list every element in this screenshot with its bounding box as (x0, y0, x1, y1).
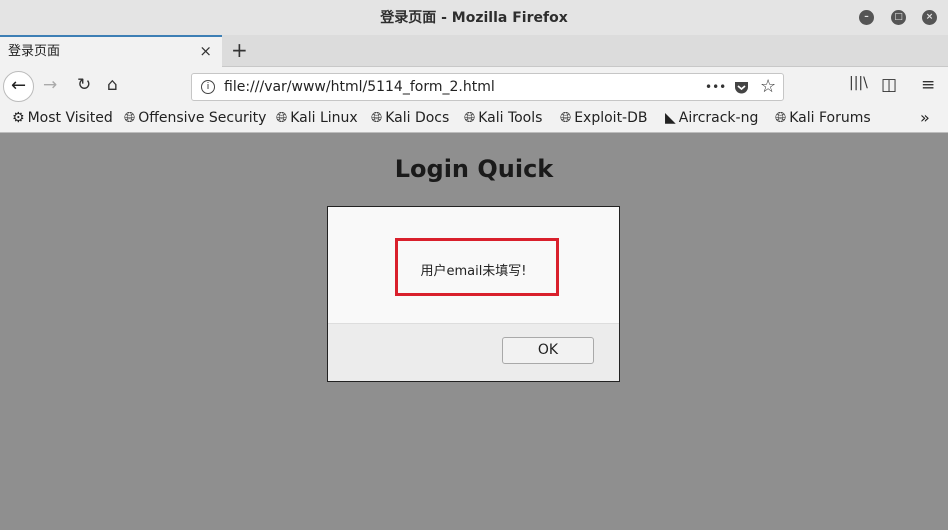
bookmarks-toolbar: ⚙ Most Visited 🌐︎ Offensive Security 🌐︎ Kal… (0, 105, 948, 133)
close-tab-icon[interactable]: × (199, 37, 212, 66)
new-tab-button[interactable]: + (231, 35, 248, 65)
bookmark-most-visited[interactable]: ⚙ Most Visited (12, 105, 113, 131)
bookmark-kali-linux[interactable]: 🌐︎ Kali Linux (276, 105, 358, 131)
gear-icon: ⚙ (12, 110, 25, 126)
bookmark-aircrack-ng[interactable]: ◣ Aircrack-ng (665, 105, 758, 131)
page-title: Login Quick (394, 155, 554, 183)
ok-button[interactable]: OK (502, 337, 594, 364)
menu-icon[interactable]: ≡ (921, 75, 935, 95)
chevron-double-right-icon[interactable]: » (920, 105, 930, 131)
globe-icon: 🌐︎ (775, 110, 787, 126)
forward-button[interactable]: → (43, 75, 57, 95)
maximize-icon[interactable]: □ (891, 10, 906, 25)
tab-label: 登录页面 (8, 44, 61, 59)
library-icon[interactable]: |||\ (849, 75, 868, 91)
pocket-icon[interactable] (734, 74, 749, 100)
alert-message: 用户email未填写! (420, 264, 527, 279)
bookmark-kali-forums[interactable]: 🌐︎ Kali Forums (775, 105, 871, 131)
navigation-bar: ← → ↻ ⌂ i file:///var/www/html/5114_form… (0, 67, 948, 105)
sidebar-icon[interactable]: ◫ (881, 75, 897, 95)
window-title: 登录页面 - Mozilla Firefox (380, 10, 568, 26)
info-icon[interactable]: i (201, 80, 215, 94)
minimize-icon[interactable]: – (859, 10, 874, 25)
satellite-dish-icon: ◣ (665, 110, 676, 126)
bookmark-offensive-security[interactable]: 🌐︎ Offensive Security (124, 105, 266, 131)
page-actions-icon[interactable]: ••• (705, 74, 726, 100)
reload-button[interactable]: ↻ (77, 75, 91, 95)
window-titlebar: 登录页面 - Mozilla Firefox – □ × (0, 0, 948, 35)
url-bar[interactable]: i file:///var/www/html/5114_form_2.html … (191, 73, 784, 101)
url-text: file:///var/www/html/5114_form_2.html (224, 79, 495, 95)
globe-icon: 🌐︎ (371, 110, 383, 126)
back-button[interactable]: ← (3, 71, 34, 102)
globe-icon: 🌐︎ (560, 110, 572, 126)
globe-icon: 🌐︎ (464, 110, 476, 126)
tab-bar: 登录页面 × + (0, 35, 948, 67)
bookmark-kali-tools[interactable]: 🌐︎ Kali Tools (464, 105, 542, 131)
globe-icon: 🌐︎ (124, 110, 136, 126)
tab-login-page[interactable]: 登录页面 × (0, 35, 222, 67)
home-button[interactable]: ⌂ (107, 75, 118, 95)
arrow-left-icon: ← (10, 75, 27, 96)
globe-icon: 🌐︎ (276, 110, 288, 126)
bookmark-exploit-db[interactable]: 🌐︎ Exploit-DB (560, 105, 648, 131)
close-window-icon[interactable]: × (922, 10, 937, 25)
bookmark-star-icon[interactable]: ☆ (760, 74, 776, 100)
alert-dialog: 用户email未填写! OK (327, 206, 620, 382)
bookmark-kali-docs[interactable]: 🌐︎ Kali Docs (371, 105, 449, 131)
